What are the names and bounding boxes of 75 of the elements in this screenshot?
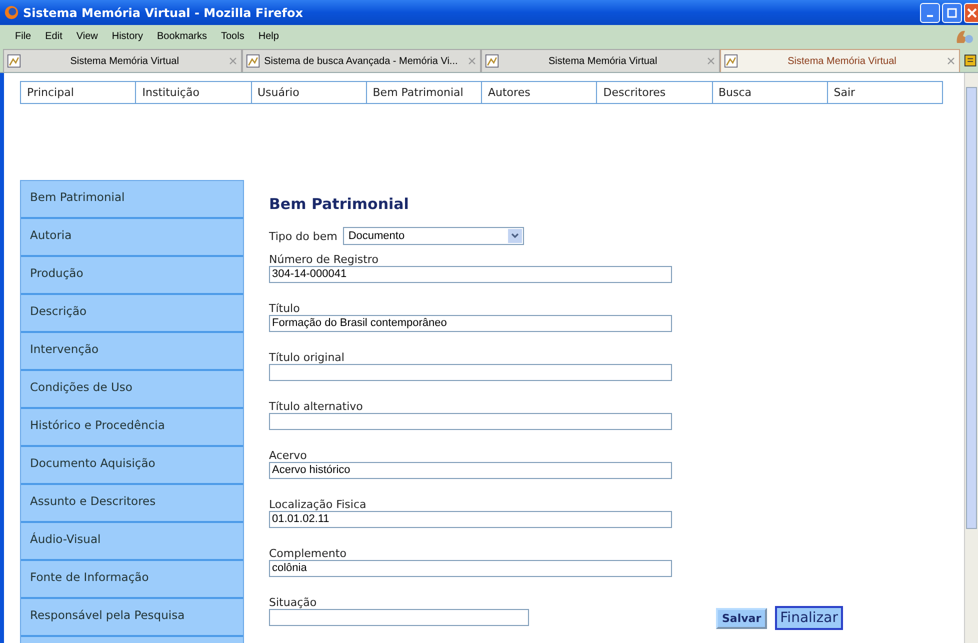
close-icon[interactable]	[946, 56, 956, 66]
minimize-icon	[927, 14, 933, 16]
finish-button[interactable]: Finalizar	[775, 606, 843, 630]
firefox-icon	[4, 5, 19, 20]
tab-label: Sistema Memória Virtual	[547, 56, 658, 66]
field-label: Título	[269, 302, 301, 315]
field-label: Situação	[269, 596, 318, 609]
maximize-button[interactable]	[942, 2, 962, 22]
close-icon[interactable]	[228, 56, 238, 66]
nav-link[interactable]: Principal	[21, 82, 136, 103]
menu-item[interactable]: View	[69, 30, 105, 42]
save-button[interactable]: Salvar	[716, 608, 768, 628]
field-label: Acervo	[269, 449, 308, 462]
sidebar-item[interactable]: Bem Patrimonial	[21, 181, 243, 219]
window-title: Sistema Memória Virtual - Mozilla Firefox	[23, 6, 303, 20]
field-label: Número de Registro	[269, 253, 380, 266]
tab-list-icon[interactable]	[964, 53, 978, 68]
sidebar-item[interactable]: Autoria	[21, 219, 243, 257]
sidebar-item[interactable]: Responsável pela Pesquisa	[21, 599, 243, 637]
sidebar-item[interactable]: Produção	[21, 257, 243, 295]
page-icon	[485, 54, 500, 68]
field-label: Complemento	[269, 547, 348, 560]
nav-link[interactable]: Usuário	[252, 82, 367, 103]
close-button[interactable]	[964, 2, 978, 22]
close-icon[interactable]	[467, 56, 478, 66]
input-field[interactable]: 01.01.02.11	[269, 511, 672, 528]
nav-link[interactable]: Busca	[712, 82, 828, 103]
section-heading: Bem Patrimonial	[269, 195, 410, 213]
close-icon[interactable]	[706, 56, 716, 66]
page-icon	[724, 54, 738, 68]
scroll-bar[interactable]	[964, 73, 978, 643]
nav-link[interactable]: Autores	[482, 82, 598, 103]
input-field[interactable]: 304-14-000041	[269, 266, 672, 283]
page-icon	[246, 54, 260, 68]
nav-link[interactable]: Bem Patrimonial	[366, 82, 482, 103]
tab-label: Sistema Memória Virtual	[69, 56, 180, 66]
input-field[interactable]: Acervo histórico	[269, 462, 672, 479]
input-field[interactable]	[269, 364, 672, 381]
sidebar-item[interactable]: Documento Aquisição	[21, 447, 243, 485]
input-field[interactable]: colônia	[269, 560, 672, 577]
caret-icon	[508, 229, 522, 243]
field-label: Título original	[269, 351, 346, 364]
field-label: Localização Fisica	[269, 498, 368, 511]
minimize-button[interactable]	[920, 2, 940, 22]
browser-tab[interactable]: Sistema de busca Avançada - Memória Vi...	[242, 49, 482, 72]
page-icon	[7, 54, 21, 68]
maximize-icon	[947, 8, 957, 18]
browser-tab[interactable]: Sistema Memória Virtual	[720, 49, 960, 72]
browser-tab[interactable]: Sistema Memória Virtual	[3, 49, 242, 72]
input-field[interactable]	[269, 413, 672, 430]
sidebar-item[interactable]: Áudio-Visual	[21, 523, 243, 561]
field-label: Tipo do bem	[269, 230, 338, 242]
menu-item[interactable]: Tools	[214, 30, 252, 42]
browser-tab[interactable]: Sistema Memória Virtual	[481, 49, 720, 72]
menu-item[interactable]: Help	[251, 30, 286, 42]
sidebar-item[interactable]: Descrição	[21, 295, 243, 333]
sidebar-item[interactable]: Intervenção	[21, 333, 243, 371]
nav-link[interactable]: Descritores	[597, 82, 712, 103]
sidebar-item[interactable]: Assunto e Descritores	[21, 485, 243, 523]
input-field[interactable]: Formação do Brasil contemporâneo	[269, 315, 672, 332]
sidebar-item[interactable]: Fonte de Informação	[21, 561, 243, 599]
menu-item[interactable]: File	[8, 30, 38, 42]
field-label: Título alternativo	[269, 400, 364, 413]
menu-item[interactable]: Bookmarks	[150, 30, 214, 42]
nav-link[interactable]: Sair	[828, 82, 942, 103]
type-select[interactable]: Documento	[343, 227, 524, 245]
menu-item[interactable]: Edit	[38, 30, 70, 42]
tab-label: Sistema Memória Virtual	[786, 56, 898, 66]
tab-label: Sistema de busca Avançada - Memória Vi...	[263, 56, 459, 66]
sidebar-item[interactable]: Histórico e Procedência	[21, 409, 243, 447]
close-icon	[966, 8, 976, 18]
sidebar-item[interactable]: Condições de Uso	[21, 371, 243, 409]
menu-item[interactable]: History	[104, 30, 150, 42]
nav-link[interactable]: Instituição	[136, 82, 252, 103]
select-field[interactable]	[269, 609, 529, 626]
